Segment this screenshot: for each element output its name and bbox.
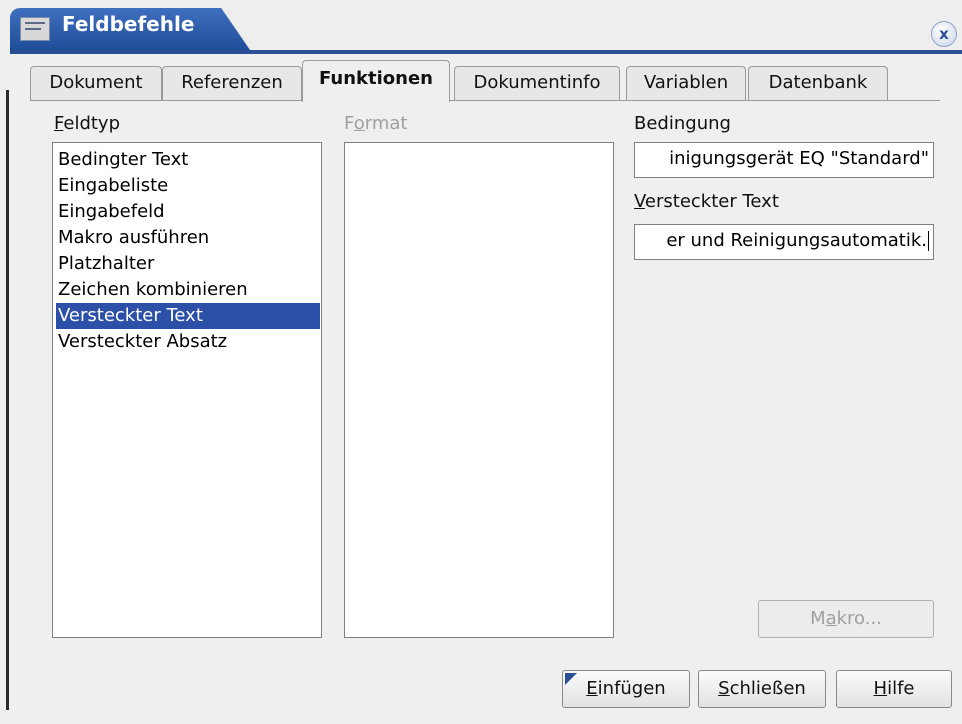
document-icon	[20, 17, 50, 41]
tab-funktionen[interactable]: Funktionen	[302, 60, 450, 102]
format-listbox[interactable]	[344, 142, 614, 638]
tab-variablen[interactable]: Variablen	[626, 66, 746, 100]
einfuegen-button[interactable]: Einfügen	[562, 670, 690, 708]
list-item[interactable]: Bedingter Text	[56, 147, 320, 173]
list-item[interactable]: Eingabefeld	[56, 199, 320, 225]
feldtyp-label: Feldtyp	[54, 113, 121, 134]
list-item-selected[interactable]: Versteckter Text	[56, 303, 320, 329]
close-button[interactable]: x	[931, 21, 957, 47]
makro-button[interactable]: Makro...	[758, 600, 934, 638]
tab-dokumentinfo[interactable]: Dokumentinfo	[454, 66, 620, 100]
list-item[interactable]: Zeichen kombinieren	[56, 277, 320, 303]
versteckter-text-value: er und Reinigungsautomatik.	[666, 230, 929, 251]
list-item[interactable]: Platzhalter	[56, 251, 320, 277]
hilfe-button[interactable]: Hilfe	[836, 670, 952, 708]
default-button-marker	[565, 673, 577, 685]
versteckter-text-label: Versteckter Text	[634, 191, 779, 212]
schliessen-button[interactable]: Schließen	[698, 670, 826, 708]
feldtyp-listbox[interactable]: Bedingter Text Eingabeliste Eingabefeld …	[52, 142, 322, 638]
bedingung-label: Bedingung	[634, 113, 731, 134]
tab-dokument[interactable]: Dokument	[30, 66, 162, 100]
bedingung-field[interactable]: inigungsgerät EQ "Standard"	[634, 142, 934, 178]
text-caret	[928, 231, 929, 251]
tab-referenzen[interactable]: Referenzen	[162, 66, 302, 100]
format-label: Format	[344, 113, 408, 134]
list-item[interactable]: Versteckter Absatz	[56, 329, 320, 355]
list-item[interactable]: Makro ausführen	[56, 225, 320, 251]
list-item[interactable]: Eingabeliste	[56, 173, 320, 199]
window-left-border	[6, 90, 9, 710]
bedingung-value: inigungsgerät EQ "Standard"	[669, 148, 929, 169]
versteckter-text-field[interactable]: er und Reinigungsautomatik.	[634, 224, 934, 260]
tab-datenbank[interactable]: Datenbank	[748, 66, 888, 100]
window-title: Feldbefehle	[62, 12, 195, 36]
